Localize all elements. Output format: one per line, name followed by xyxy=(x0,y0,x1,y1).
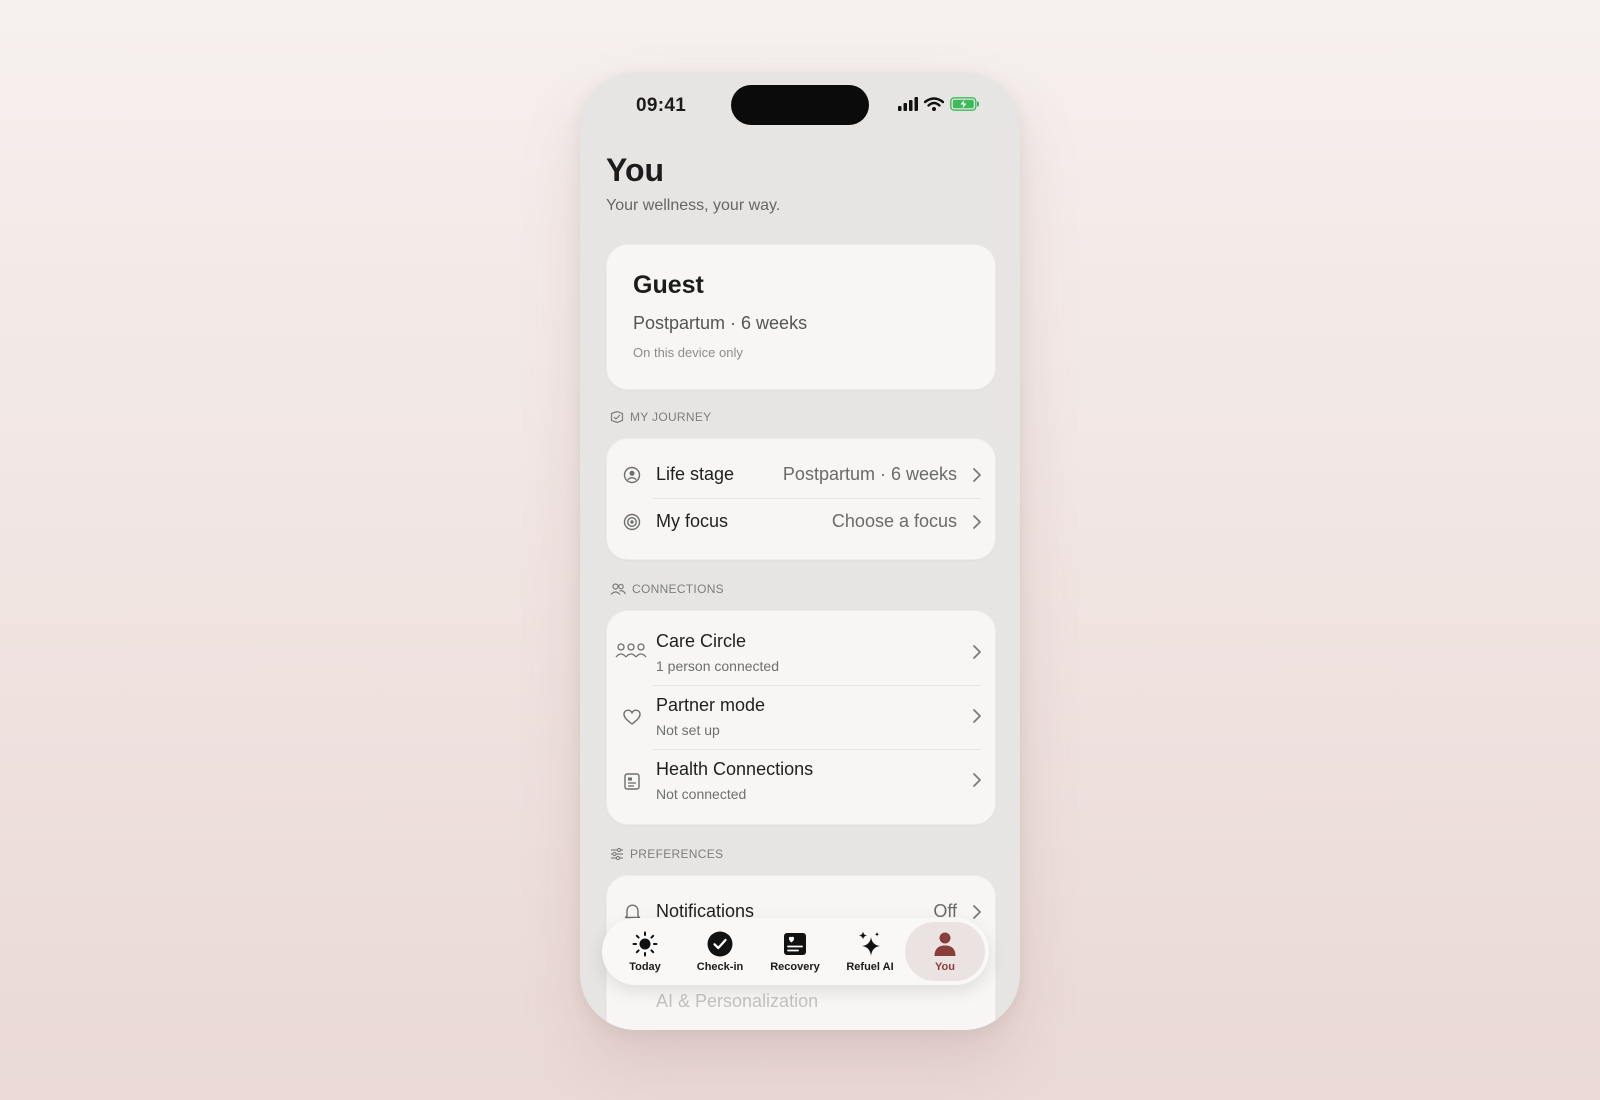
heart-icon xyxy=(621,706,643,728)
divider xyxy=(653,749,981,750)
check-circle-icon xyxy=(706,930,734,958)
battery-icon xyxy=(950,97,979,111)
row-partner-mode[interactable]: Partner mode Not set up xyxy=(607,687,995,747)
tab-label: Refuel AI xyxy=(846,961,894,973)
row-ai-personalization[interactable]: AI & Personalization xyxy=(656,991,818,1012)
section-header-connections: CONNECTIONS xyxy=(610,582,724,596)
row-label: Health Connections xyxy=(656,759,814,779)
section-title: MY JOURNEY xyxy=(630,410,712,424)
row-label: Life stage xyxy=(656,464,735,484)
divider xyxy=(653,498,981,499)
row-life-stage[interactable]: Life stage Postpartum · 6 weeks xyxy=(607,453,995,497)
tab-label: Check-in xyxy=(696,961,744,973)
row-health-connections[interactable]: Health Connections Not connected xyxy=(607,751,995,811)
connections-card: Care Circle 1 person connected Partner m… xyxy=(606,610,996,825)
chevron-right-icon xyxy=(973,515,981,529)
row-label: My focus xyxy=(656,511,729,531)
row-care-circle[interactable]: Care Circle 1 person connected xyxy=(607,621,995,681)
profile-note: On this device only xyxy=(633,345,743,360)
journey-card: Life stage Postpartum · 6 weeks My focus… xyxy=(606,438,996,560)
tab-recovery[interactable]: Recovery xyxy=(760,922,830,981)
section-title: CONNECTIONS xyxy=(632,582,724,596)
tab-you[interactable]: You xyxy=(905,922,985,981)
status-time: 09:41 xyxy=(636,95,687,116)
row-label: Partner mode xyxy=(656,695,766,715)
chevron-right-icon xyxy=(973,773,981,787)
section-header-journey: MY JOURNEY xyxy=(610,410,711,424)
tab-today[interactable]: Today xyxy=(610,922,680,981)
tab-label: You xyxy=(935,961,955,973)
status-bar: 09:41 xyxy=(580,72,1020,134)
section-title: PREFERENCES xyxy=(630,847,724,861)
status-icons xyxy=(898,97,980,111)
tab-check-in[interactable]: Check-in xyxy=(685,922,755,981)
person-circle-icon xyxy=(621,464,643,486)
recovery-card-icon xyxy=(781,930,809,958)
tab-label: Recovery xyxy=(770,961,820,973)
row-my-focus[interactable]: My focus Choose a focus xyxy=(607,500,995,544)
sliders-icon xyxy=(611,847,623,861)
person-icon xyxy=(931,930,959,958)
tab-bar: Today Check-in Recovery Refuel AI You xyxy=(602,918,989,985)
section-header-preferences: PREFERENCES xyxy=(610,847,723,861)
page-title: You xyxy=(606,152,665,188)
tab-refuel-ai[interactable]: Refuel AI xyxy=(835,922,905,981)
people-icon xyxy=(610,583,626,595)
dynamic-island xyxy=(731,85,869,125)
row-value: Choose a focus xyxy=(831,511,957,531)
profile-stage: Postpartum · 6 weeks xyxy=(633,313,808,333)
chevron-right-icon xyxy=(973,709,981,723)
row-label: Care Circle xyxy=(656,631,747,651)
chevron-right-icon xyxy=(973,905,981,919)
target-icon xyxy=(621,511,643,533)
wifi-icon xyxy=(924,97,944,111)
chevron-right-icon xyxy=(973,645,981,659)
profile-name: Guest xyxy=(633,271,704,299)
signal-icon xyxy=(898,97,918,111)
row-subtitle: Not set up xyxy=(656,722,720,738)
row-subtitle: 1 person connected xyxy=(656,658,779,674)
profile-card[interactable]: Guest Postpartum · 6 weeks On this devic… xyxy=(606,244,996,390)
sparkles-icon xyxy=(856,930,884,958)
health-record-icon xyxy=(621,770,643,792)
row-subtitle: Not connected xyxy=(656,786,747,802)
divider xyxy=(653,685,981,686)
group-icon xyxy=(615,640,647,662)
page-subtitle: Your wellness, your way. xyxy=(606,197,781,214)
sun-icon xyxy=(631,930,659,958)
tab-label: Today xyxy=(629,961,661,973)
phone-screen: 09:41 You Your wellness, your way. Guest… xyxy=(580,72,1020,1030)
row-value: Postpartum · 6 weeks xyxy=(782,464,957,484)
journey-icon xyxy=(610,410,624,424)
chevron-right-icon xyxy=(973,468,981,482)
